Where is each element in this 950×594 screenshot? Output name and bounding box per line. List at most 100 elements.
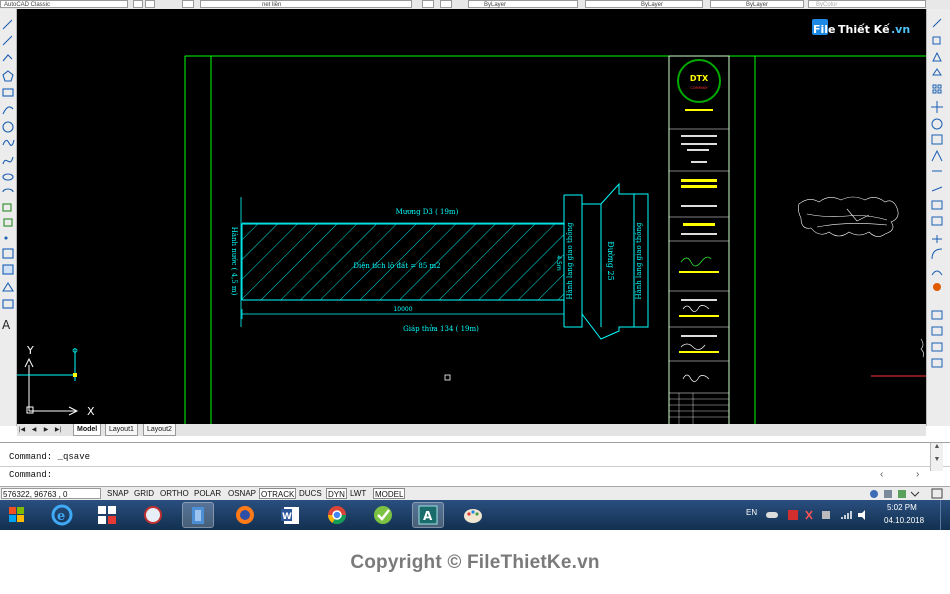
snap-toggle[interactable]: SNAP xyxy=(106,488,130,499)
properties-icon xyxy=(931,310,943,320)
layer-tool-2-icon[interactable] xyxy=(440,0,452,8)
snipping-tool-icon[interactable] xyxy=(138,503,168,527)
workspace-value: AutoCAD Classic xyxy=(4,2,51,8)
tree-block xyxy=(798,196,899,237)
model-space-canvas[interactable]: Mương D3 ( 19m) Diện tích lô đất = 85 m2… xyxy=(17,9,926,426)
unikey-icon[interactable] xyxy=(92,503,122,527)
layer-tool-icon[interactable] xyxy=(422,0,434,8)
corridor-right-label: Hành lang giao thông xyxy=(634,222,643,300)
command-input[interactable]: Command: xyxy=(9,470,52,480)
grid-toggle[interactable]: GRID xyxy=(133,488,155,499)
gradient-tool-icon xyxy=(2,264,14,275)
color-select[interactable]: ByLayer xyxy=(468,0,578,8)
workspace-select[interactable]: AutoCAD Classic xyxy=(0,0,128,8)
stretch-tool-icon xyxy=(931,149,943,162)
v-tray-icon xyxy=(788,510,798,520)
svg-text:W: W xyxy=(282,512,292,522)
system-tray-icons xyxy=(766,510,865,520)
linetype-select[interactable]: ByLayer xyxy=(585,0,703,8)
mirror-tool-icon xyxy=(932,51,942,62)
title-block: DTX COMPANY xyxy=(668,55,730,426)
signal-icon xyxy=(841,511,852,519)
plotstyle-select[interactable]: ByColor xyxy=(808,0,926,8)
tab-layout2[interactable]: Layout2 xyxy=(143,424,176,436)
file-explorer-icon[interactable] xyxy=(182,502,214,528)
rotate-tool-icon xyxy=(931,118,943,130)
scroll-left-icon[interactable]: ‹ xyxy=(880,469,883,480)
chamfer-tool-icon xyxy=(932,235,942,243)
make-block-icon xyxy=(3,218,13,227)
copyright-text: Copyright © FileThietKe.vn xyxy=(350,552,600,573)
otrack-toggle[interactable]: OTRACK xyxy=(259,488,297,499)
chrome-icon[interactable] xyxy=(322,503,352,527)
area-label: Diện tích lô đất = 85 m2 xyxy=(353,261,440,270)
network-alert-icon xyxy=(805,510,813,520)
width-dimension: 10000 xyxy=(393,306,412,313)
filethietke-watermark: File Thiết Kế .vn xyxy=(812,19,910,36)
watermark-part2: Thiết Kế xyxy=(838,23,890,36)
command-scrollbar[interactable]: ▲ ▼ xyxy=(930,443,943,471)
internet-explorer-icon[interactable]: e xyxy=(47,503,77,527)
tab-layout1[interactable]: Layout1 xyxy=(105,424,138,436)
green-app-icon[interactable] xyxy=(368,503,398,527)
show-desktop-button[interactable] xyxy=(940,500,950,530)
fillet-2-tool-icon xyxy=(931,270,943,276)
polar-toggle[interactable]: POLAR xyxy=(193,488,222,499)
polygon-tool-icon xyxy=(2,70,14,82)
dyn-toggle[interactable]: DYN xyxy=(326,488,347,499)
workspace-settings-icon[interactable] xyxy=(133,0,143,8)
rectangle-tool-icon xyxy=(2,88,14,97)
language-indicator[interactable]: EN xyxy=(746,508,757,538)
first-tab-icon[interactable]: |◀ xyxy=(17,425,27,435)
table-tool-icon xyxy=(2,299,14,309)
circle-tool-icon xyxy=(2,121,14,133)
layer-prev-icon xyxy=(931,342,943,352)
toolbar-icon[interactable] xyxy=(145,0,155,8)
ellipse-tool-icon xyxy=(2,173,14,181)
paint-icon[interactable] xyxy=(458,503,488,527)
autocad-taskbar-icon[interactable]: A xyxy=(412,502,444,528)
logo-text: DTX xyxy=(690,74,709,83)
clock-date[interactable]: 04.10.2018 xyxy=(884,516,924,546)
ellipse-arc-tool-icon xyxy=(2,188,14,193)
scroll-right-icon[interactable]: › xyxy=(916,469,919,480)
lock-icon xyxy=(884,490,892,498)
scale-tool-icon xyxy=(931,134,943,145)
plotstyle-value: ByColor xyxy=(816,2,838,8)
word-icon[interactable]: W xyxy=(276,503,306,527)
status-menu-icon xyxy=(910,491,920,497)
extend-tool-icon xyxy=(931,186,943,192)
lineweight-select[interactable]: ByLayer xyxy=(710,0,804,8)
last-tab-icon[interactable]: ▶| xyxy=(53,425,63,435)
toggle-tray-icon xyxy=(766,512,778,518)
command-window: Command: _qsave Command: ▲ ▼ ‹ › xyxy=(0,442,950,487)
watermark-part1: File xyxy=(813,23,836,36)
comm-center-icon xyxy=(870,490,878,498)
status-tray-icons xyxy=(870,488,943,499)
model-toggle[interactable]: MODEL xyxy=(373,488,406,499)
prev-tab-icon[interactable]: ◀ xyxy=(29,425,39,435)
tray-app-icon xyxy=(822,511,830,519)
tab-model[interactable]: Model xyxy=(73,424,102,436)
layer-manager-icon[interactable] xyxy=(182,0,194,8)
scroll-down-icon[interactable]: ▼ xyxy=(931,456,943,463)
lwt-toggle[interactable]: LWT xyxy=(349,488,367,499)
lineweight-value: ByLayer xyxy=(746,2,769,8)
osnap-toggle[interactable]: OSNAP xyxy=(227,488,257,499)
firefox-icon[interactable] xyxy=(230,503,260,527)
modify-toolbar xyxy=(926,9,950,426)
layer-select[interactable]: net liền xyxy=(200,0,412,8)
scroll-up-icon[interactable]: ▲ xyxy=(931,443,943,450)
arc-tool-icon xyxy=(2,106,14,115)
next-tab-icon[interactable]: ▶ xyxy=(41,425,51,435)
offset-tool-icon xyxy=(932,68,942,76)
hatch-tool-icon xyxy=(2,248,14,259)
ducs-toggle[interactable]: DUCS xyxy=(298,488,323,499)
copy-tool-icon xyxy=(932,36,941,45)
move-tool-icon xyxy=(931,101,943,113)
volume-icon xyxy=(858,510,865,520)
start-button-icon[interactable] xyxy=(2,503,32,527)
polyline-tool-icon xyxy=(2,54,13,62)
ortho-toggle[interactable]: ORTHO xyxy=(159,488,190,499)
join-tool-icon xyxy=(931,216,943,226)
